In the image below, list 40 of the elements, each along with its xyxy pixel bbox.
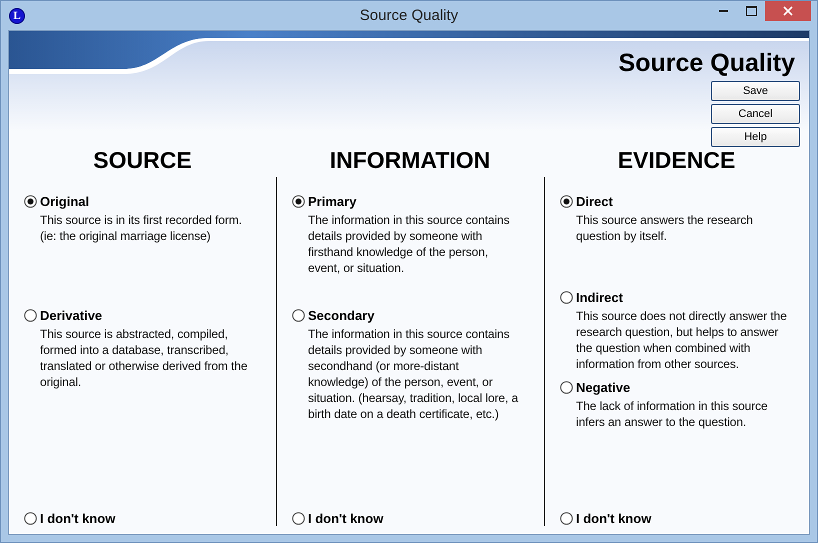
maximize-icon (746, 6, 756, 16)
radio-button[interactable] (560, 381, 573, 394)
radio-option[interactable]: Original (24, 194, 90, 209)
radio-button[interactable] (24, 195, 37, 208)
radio-option[interactable]: I don't know (292, 511, 384, 526)
app-icon: L (9, 8, 25, 24)
option-description: The information in this source contains details provided by someone with firsthand knowledge of the person, event, or situation. (308, 212, 511, 276)
radio-button[interactable] (292, 309, 305, 322)
column-heading: INFORMATION (330, 147, 490, 173)
radio-option[interactable]: I don't know (24, 511, 116, 526)
column-heading: SOURCE (93, 147, 192, 173)
radio-button[interactable] (24, 512, 37, 525)
window-title: Source Quality (360, 7, 458, 24)
dialog-button[interactable]: Cancel (711, 104, 800, 124)
radio-option[interactable]: Secondary (292, 308, 374, 323)
option-description: The information in this source contains details provided by someone with secondhand (or more-distant knowledge) of the person, event, or situation. (hearsay, tradition, local lore, a birth date on a death certificate, etc.) (308, 326, 520, 422)
option-description: This source does not directly answer the research question, but helps to answer the question when combined with information from other sources. (576, 308, 788, 372)
minimize-icon (718, 10, 728, 12)
radio-button[interactable] (560, 291, 573, 304)
radio-option[interactable]: Primary (292, 194, 356, 209)
option-description: This source is in its first recorded form. (ie: the original marriage license) (40, 212, 243, 244)
dialog-button[interactable]: Help (711, 127, 800, 147)
column-heading: EVIDENCE (618, 147, 736, 173)
radio-option[interactable]: Negative (560, 380, 630, 395)
radio-button[interactable] (24, 309, 37, 322)
close-button[interactable] (765, 1, 811, 21)
radio-option[interactable]: Direct (560, 194, 613, 209)
header-title: Source Quality (618, 49, 795, 78)
dialog-button[interactable]: Save (711, 81, 800, 101)
radio-option[interactable]: Derivative (24, 308, 102, 323)
radio-option[interactable]: I don't know (560, 511, 652, 526)
close-icon (783, 6, 793, 16)
radio-option[interactable]: Indirect (560, 290, 623, 305)
option-description: The lack of information in this source infers an answer to the question. (576, 398, 769, 430)
option-description: This source is abstracted, compiled, formed into a database, transcribed, translated or otherwise derived from the original. (40, 326, 248, 390)
radio-button[interactable] (560, 512, 573, 525)
option-description: This source answers the research question by itself. (576, 212, 754, 244)
radio-button[interactable] (292, 195, 305, 208)
radio-button[interactable] (560, 195, 573, 208)
radio-button[interactable] (292, 512, 305, 525)
